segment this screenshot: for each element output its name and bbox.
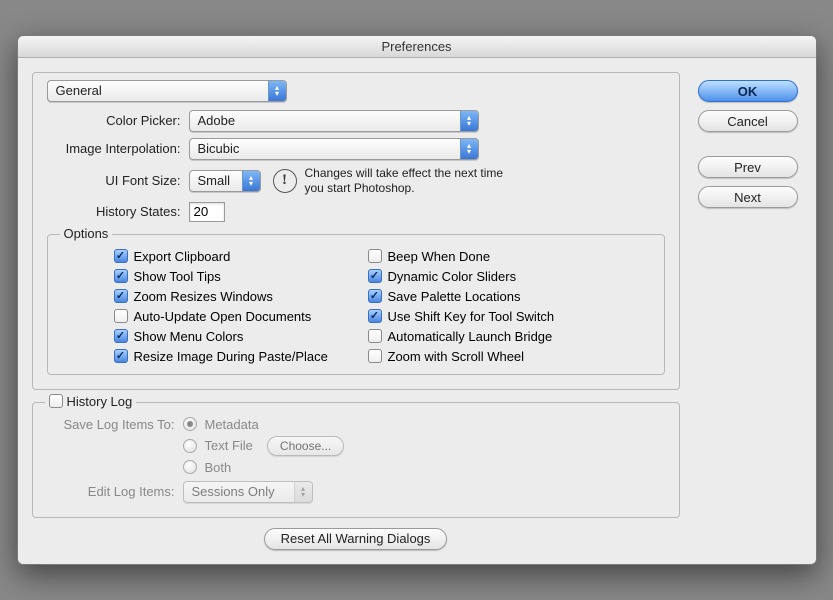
option-checkbox[interactable]	[368, 249, 382, 263]
color-picker-popup[interactable]: Adobe	[189, 110, 479, 132]
option-row: Resize Image During Paste/Place	[114, 349, 360, 364]
side-buttons: OK Cancel Prev Next	[698, 72, 798, 550]
option-checkbox[interactable]	[368, 269, 382, 283]
options-legend: Options	[60, 226, 113, 241]
option-row: Show Tool Tips	[114, 269, 360, 284]
option-row: Zoom Resizes Windows	[114, 289, 360, 304]
option-label: Resize Image During Paste/Place	[134, 349, 328, 364]
radio-metadata-label: Metadata	[205, 417, 259, 432]
radio-both-label: Both	[205, 460, 232, 475]
history-states-input[interactable]	[189, 202, 225, 222]
option-row: Show Menu Colors	[114, 329, 360, 344]
content: General Color Picker: Adobe Image Interp…	[18, 58, 816, 564]
option-row: Zoom with Scroll Wheel	[368, 349, 555, 364]
option-label: Zoom with Scroll Wheel	[388, 349, 525, 364]
popup-arrows-icon	[460, 139, 478, 159]
radio-both[interactable]	[183, 460, 197, 474]
option-checkbox[interactable]	[114, 289, 128, 303]
radio-textfile[interactable]	[183, 439, 197, 453]
option-label: Use Shift Key for Tool Switch	[388, 309, 555, 324]
history-states-label: History States:	[47, 204, 181, 219]
font-note: Changes will take effect the next time y…	[305, 166, 525, 196]
option-checkbox[interactable]	[114, 249, 128, 263]
preferences-window: Preferences General Color Picker: Adobe …	[17, 35, 817, 565]
window-title: Preferences	[18, 36, 816, 58]
history-log-legend: History Log	[67, 394, 133, 409]
image-interp-popup[interactable]: Bicubic	[189, 138, 479, 160]
section-popup[interactable]: General	[47, 80, 287, 102]
image-interp-value: Bicubic	[198, 141, 460, 156]
option-label: Auto-Update Open Documents	[134, 309, 312, 324]
history-log-checkbox[interactable]	[49, 394, 63, 408]
option-checkbox[interactable]	[114, 269, 128, 283]
option-label: Show Menu Colors	[134, 329, 244, 344]
ui-font-value: Small	[198, 173, 242, 188]
option-label: Dynamic Color Sliders	[388, 269, 517, 284]
main-column: General Color Picker: Adobe Image Interp…	[32, 72, 680, 550]
option-row: Auto-Update Open Documents	[114, 309, 360, 324]
option-label: Beep When Done	[388, 249, 491, 264]
next-button[interactable]: Next	[698, 186, 798, 208]
option-row: Dynamic Color Sliders	[368, 269, 555, 284]
option-row: Save Palette Locations	[368, 289, 555, 304]
reset-warnings-button[interactable]: Reset All Warning Dialogs	[264, 528, 448, 550]
save-log-label: Save Log Items To:	[47, 417, 175, 432]
popup-arrows-icon	[294, 482, 312, 502]
option-checkbox[interactable]	[114, 349, 128, 363]
option-checkbox[interactable]	[368, 289, 382, 303]
section-popup-value: General	[56, 83, 268, 98]
option-row: Export Clipboard	[114, 249, 360, 264]
color-picker-label: Color Picker:	[47, 113, 181, 128]
options-fieldset: Options Export ClipboardShow Tool TipsZo…	[47, 234, 665, 375]
ui-font-label: UI Font Size:	[47, 173, 181, 188]
history-log-fieldset: History Log Save Log Items To: Metadata …	[32, 402, 680, 518]
radio-textfile-label: Text File	[205, 438, 253, 453]
option-label: Show Tool Tips	[134, 269, 221, 284]
edit-log-label: Edit Log Items:	[47, 484, 175, 499]
general-group: General Color Picker: Adobe Image Interp…	[32, 72, 680, 390]
radio-metadata[interactable]	[183, 417, 197, 431]
option-checkbox[interactable]	[368, 329, 382, 343]
option-label: Zoom Resizes Windows	[134, 289, 273, 304]
choose-button[interactable]: Choose...	[267, 436, 344, 456]
option-checkbox[interactable]	[368, 349, 382, 363]
option-label: Automatically Launch Bridge	[388, 329, 553, 344]
edit-log-popup[interactable]: Sessions Only	[183, 481, 313, 503]
ui-font-popup[interactable]: Small	[189, 170, 261, 192]
option-checkbox[interactable]	[114, 329, 128, 343]
popup-arrows-icon	[242, 171, 260, 191]
alert-icon: !	[273, 169, 297, 193]
popup-arrows-icon	[460, 111, 478, 131]
option-row: Beep When Done	[368, 249, 555, 264]
option-checkbox[interactable]	[368, 309, 382, 323]
ok-button[interactable]: OK	[698, 80, 798, 102]
image-interp-label: Image Interpolation:	[47, 141, 181, 156]
cancel-button[interactable]: Cancel	[698, 110, 798, 132]
prev-button[interactable]: Prev	[698, 156, 798, 178]
option-row: Automatically Launch Bridge	[368, 329, 555, 344]
option-checkbox[interactable]	[114, 309, 128, 323]
option-label: Save Palette Locations	[388, 289, 521, 304]
option-row: Use Shift Key for Tool Switch	[368, 309, 555, 324]
color-picker-value: Adobe	[198, 113, 460, 128]
popup-arrows-icon	[268, 81, 286, 101]
option-label: Export Clipboard	[134, 249, 231, 264]
edit-log-value: Sessions Only	[192, 484, 294, 499]
